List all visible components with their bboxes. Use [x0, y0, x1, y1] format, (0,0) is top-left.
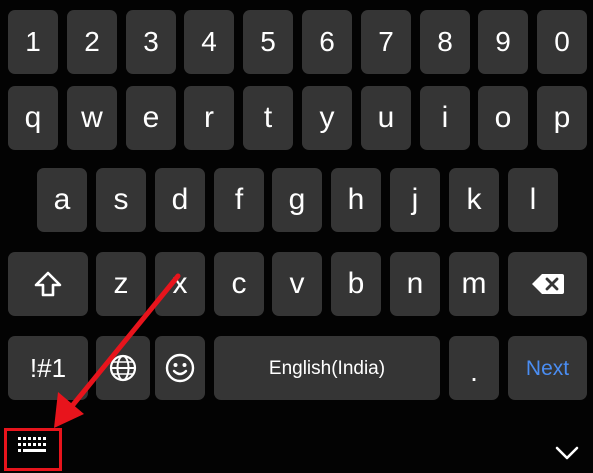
space-key[interactable]: English(India): [214, 336, 440, 400]
key-3[interactable]: 3: [126, 10, 176, 74]
key-j[interactable]: j: [390, 168, 440, 232]
key-s[interactable]: s: [96, 168, 146, 232]
backspace-key[interactable]: [508, 252, 587, 316]
key-6[interactable]: 6: [302, 10, 352, 74]
chevron-down-icon: [552, 446, 582, 468]
key-4[interactable]: 4: [184, 10, 234, 74]
key-r[interactable]: r: [184, 86, 234, 150]
key-g[interactable]: g: [272, 168, 322, 232]
next-key[interactable]: Next: [508, 336, 587, 400]
period-key[interactable]: .: [449, 336, 499, 400]
key-u[interactable]: u: [361, 86, 411, 150]
shift-icon: [33, 269, 63, 299]
key-e[interactable]: e: [126, 86, 176, 150]
language-key[interactable]: [96, 336, 150, 400]
highlight-box: [4, 428, 62, 471]
key-p[interactable]: p: [537, 86, 587, 150]
key-7[interactable]: 7: [361, 10, 411, 74]
key-y[interactable]: y: [302, 86, 352, 150]
key-x[interactable]: x: [155, 252, 205, 316]
emoji-icon: [164, 352, 196, 384]
key-q[interactable]: q: [8, 86, 58, 150]
key-2[interactable]: 2: [67, 10, 117, 74]
key-8[interactable]: 8: [420, 10, 470, 74]
key-f[interactable]: f: [214, 168, 264, 232]
key-z[interactable]: z: [96, 252, 146, 316]
key-9[interactable]: 9: [478, 10, 528, 74]
key-i[interactable]: i: [420, 86, 470, 150]
key-b[interactable]: b: [331, 252, 381, 316]
key-1[interactable]: 1: [8, 10, 58, 74]
key-m[interactable]: m: [449, 252, 499, 316]
key-c[interactable]: c: [214, 252, 264, 316]
globe-icon: [108, 353, 138, 383]
backspace-icon: [530, 271, 566, 297]
symbols-key[interactable]: !#1: [8, 336, 88, 400]
shift-key[interactable]: [8, 252, 88, 316]
key-5[interactable]: 5: [243, 10, 293, 74]
key-v[interactable]: v: [272, 252, 322, 316]
emoji-key[interactable]: [155, 336, 205, 400]
key-k[interactable]: k: [449, 168, 499, 232]
hide-keyboard-button[interactable]: [552, 440, 582, 464]
key-a[interactable]: a: [37, 168, 87, 232]
key-h[interactable]: h: [331, 168, 381, 232]
key-l[interactable]: l: [508, 168, 558, 232]
key-t[interactable]: t: [243, 86, 293, 150]
key-n[interactable]: n: [390, 252, 440, 316]
key-d[interactable]: d: [155, 168, 205, 232]
key-0[interactable]: 0: [537, 10, 587, 74]
key-o[interactable]: o: [478, 86, 528, 150]
key-w[interactable]: w: [67, 86, 117, 150]
keyboard-navigation-bar: [0, 424, 593, 473]
